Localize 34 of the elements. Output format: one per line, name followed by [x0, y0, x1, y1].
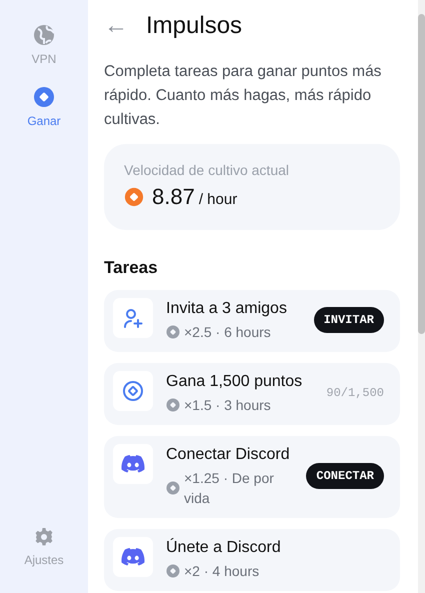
- boost-text: ×2.5 · 6 hours: [184, 323, 271, 342]
- coin-icon: [166, 325, 180, 339]
- nav-item[interactable]: Ganar: [27, 86, 61, 128]
- rate-unit: / hour: [198, 190, 238, 208]
- section-heading: Tareas: [104, 258, 159, 278]
- task-title: Gana 1,500 puntos: [166, 373, 304, 391]
- gamepad-icon: [121, 548, 145, 566]
- nav-item[interactable]: Ajustes: [24, 527, 64, 567]
- scrollbar[interactable]: [418, 0, 425, 593]
- description: Completa tareas para ganar puntos más rápido. Cuanto más hagas, más rápido cultivas.: [104, 62, 382, 130]
- action-button[interactable]: CONECTAR: [306, 463, 384, 489]
- boost-text: ×1.5 · 3 hours: [184, 396, 271, 415]
- globe-icon: [33, 24, 55, 46]
- target-icon: [122, 380, 144, 402]
- coin-icon: [166, 481, 180, 495]
- page-title: Impulsos: [146, 12, 242, 40]
- task-title: Únete a Discord: [166, 539, 282, 557]
- gamepad-icon: [121, 455, 145, 473]
- boost-text: ×2 · 4 hours: [184, 562, 260, 581]
- task-title: Invita a 3 amigos: [166, 300, 288, 318]
- coin-icon: [166, 564, 180, 578]
- settings-icon: [34, 527, 54, 547]
- task-title: Conectar Discord: [166, 446, 291, 464]
- rate-label: Velocidad de cultivo actual: [124, 162, 290, 178]
- coin-icon: [124, 187, 144, 207]
- nav-item[interactable]: VPN: [32, 24, 56, 66]
- progress-count: 90/1,500: [326, 386, 384, 400]
- coin-icon: [166, 398, 180, 412]
- coin-icon: [32, 86, 55, 108]
- rate-value: 8.87: [152, 184, 195, 210]
- back-button[interactable]: ←: [104, 14, 128, 38]
- action-button[interactable]: INVITAR: [314, 307, 384, 333]
- user-plus-icon: [122, 307, 144, 329]
- boost-text: ×1.25 · De por vida: [184, 469, 275, 508]
